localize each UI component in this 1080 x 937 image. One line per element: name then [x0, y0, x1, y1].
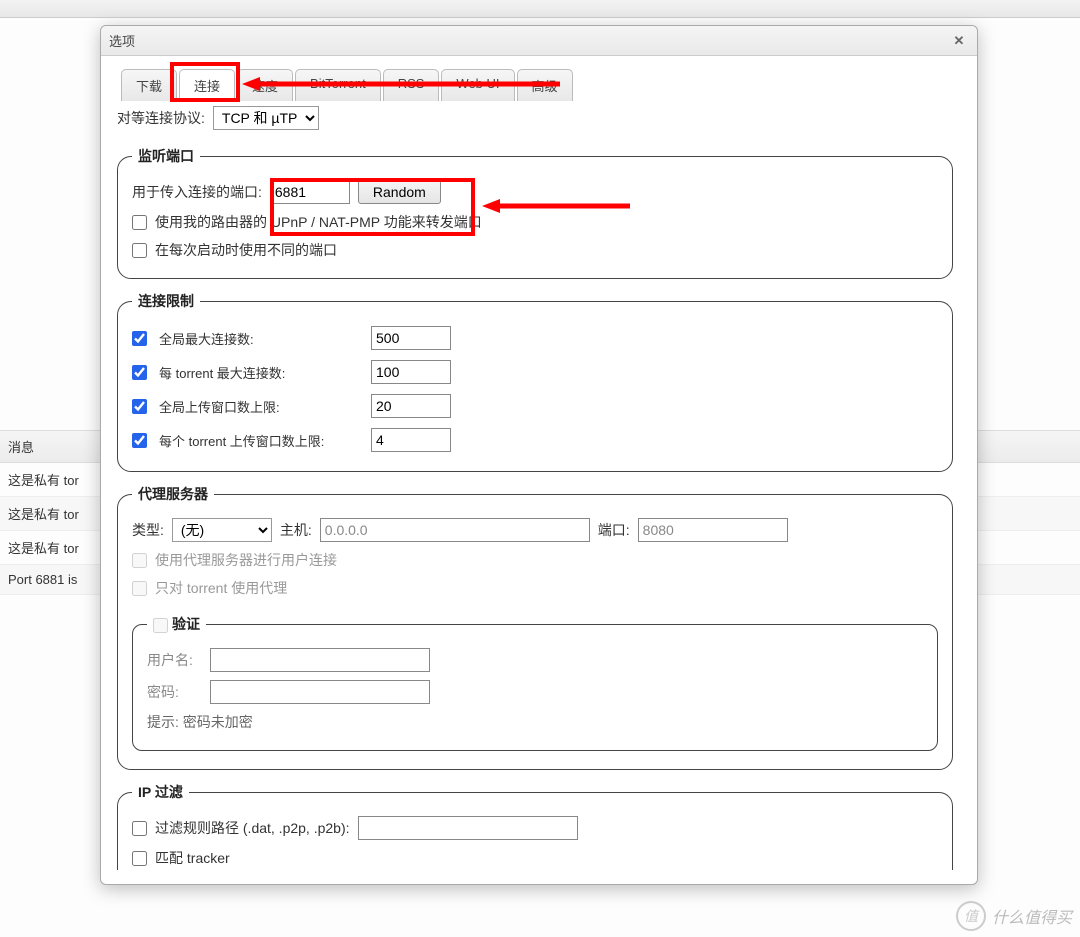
incoming-port-row: 用于传入连接的端口: Random [132, 176, 938, 208]
ipfilter-match-tracker-row: 匹配 tracker [132, 844, 938, 870]
per-torrent-max-input[interactable] [371, 360, 451, 384]
protocol-label: 对等连接协议: [117, 108, 205, 128]
proxy-only-torrent-row: 只对 torrent 使用代理 [132, 574, 938, 602]
ipfilter-legend: IP 过滤 [132, 782, 189, 802]
dialog-titlebar[interactable]: 选项 ✕ [101, 26, 977, 56]
upnp-label: 使用我的路由器的 UPnP / NAT-PMP 功能来转发端口 [155, 212, 482, 232]
watermark-text: 什么值得买 [992, 904, 1072, 928]
ipfilter-path-row: 过滤规则路径 (.dat, .p2p, .p2b): [132, 812, 938, 844]
proxy-host-label: 主机: [280, 520, 312, 540]
tab-advanced[interactable]: 高级 [517, 69, 573, 101]
proxy-pass-input[interactable] [210, 680, 430, 704]
proxy-port-label: 端口: [598, 520, 630, 540]
watermark-icon: 值 [956, 901, 986, 931]
bg-toolbar [0, 0, 1080, 18]
proxy-user-input[interactable] [210, 648, 430, 672]
per-torrent-upload-slots-row: 每个 torrent 上传窗口数上限: [132, 423, 938, 457]
tab-bar: 下载 连接 速度 BitTorrent RSS Web UI 高级 [115, 68, 963, 100]
proxy-fieldset: 代理服务器 类型: (无) 主机: 端口: 使用代理服务器进行用户连接 [117, 484, 953, 770]
ipfilter-path-input[interactable] [358, 816, 578, 840]
connection-limits-legend: 连接限制 [132, 291, 200, 311]
watermark: 值 什么值得买 [956, 901, 1072, 931]
options-dialog: 选项 ✕ 下载 连接 速度 BitTorrent RSS Web UI 高级 对… [100, 25, 978, 885]
global-max-label: 全局最大连接数: [159, 329, 359, 348]
listen-port-fieldset: 监听端口 用于传入连接的端口: Random 使用我的路由器的 UPnP / N… [117, 146, 953, 279]
global-upload-slots-row: 全局上传窗口数上限: [132, 389, 938, 423]
ipfilter-fieldset: IP 过滤 过滤规则路径 (.dat, .p2p, .p2b): 匹配 trac… [117, 782, 953, 870]
tab-bittorrent[interactable]: BitTorrent [295, 69, 381, 101]
proxy-auth-legend: 验证 [147, 614, 206, 634]
per-torrent-max-row: 每 torrent 最大连接数: [132, 355, 938, 389]
incoming-port-label: 用于传入连接的端口: [132, 182, 262, 202]
per-torrent-max-checkbox[interactable] [132, 365, 147, 380]
proxy-peer-label: 使用代理服务器进行用户连接 [155, 550, 337, 570]
per-torrent-upload-slots-label: 每个 torrent 上传窗口数上限: [159, 431, 359, 450]
proxy-user-row: 用户名: [147, 644, 923, 676]
listen-port-legend: 监听端口 [132, 146, 200, 166]
proxy-auth-fieldset: 验证 用户名: 密码: 提示: 密码未加密 [132, 614, 938, 751]
proxy-port-input[interactable] [638, 518, 788, 542]
proxy-pass-label: 密码: [147, 682, 202, 702]
tab-download[interactable]: 下载 [121, 69, 177, 101]
tab-webui[interactable]: Web UI [441, 69, 514, 101]
random-each-start-label: 在每次启动时使用不同的端口 [155, 240, 337, 260]
ipfilter-enable-checkbox[interactable] [132, 821, 147, 836]
proxy-type-select[interactable]: (无) [172, 518, 272, 542]
protocol-select[interactable]: TCP 和 µTP [213, 106, 319, 130]
close-icon[interactable]: ✕ [949, 31, 969, 51]
dialog-body: 下载 连接 速度 BitTorrent RSS Web UI 高级 对等连接协议… [101, 56, 977, 884]
tab-connection[interactable]: 连接 [179, 69, 235, 101]
ipfilter-match-tracker-checkbox[interactable] [132, 851, 147, 866]
random-each-start-row: 在每次启动时使用不同的端口 [132, 236, 938, 264]
proxy-host-input[interactable] [320, 518, 590, 542]
proxy-peer-checkbox[interactable] [132, 553, 147, 568]
tab-speed[interactable]: 速度 [237, 69, 293, 101]
per-torrent-upload-slots-input[interactable] [371, 428, 451, 452]
connection-limits-fieldset: 连接限制 全局最大连接数: 每 torrent 最大连接数: 全局上传窗口数上限… [117, 291, 953, 472]
ipfilter-path-label: 过滤规则路径 (.dat, .p2p, .p2b): [155, 818, 350, 838]
random-each-start-checkbox[interactable] [132, 243, 147, 258]
proxy-peer-row: 使用代理服务器进行用户连接 [132, 546, 938, 574]
ipfilter-match-tracker-label: 匹配 tracker [155, 848, 230, 868]
global-upload-slots-input[interactable] [371, 394, 451, 418]
proxy-user-label: 用户名: [147, 650, 202, 670]
proxy-hint: 提示: 密码未加密 [147, 712, 253, 732]
global-max-row: 全局最大连接数: [132, 321, 938, 355]
proxy-config-row: 类型: (无) 主机: 端口: [132, 514, 938, 546]
per-torrent-max-label: 每 torrent 最大连接数: [159, 363, 359, 382]
dialog-title: 选项 [109, 31, 949, 50]
upnp-row: 使用我的路由器的 UPnP / NAT-PMP 功能来转发端口 [132, 208, 938, 236]
proxy-type-label: 类型: [132, 520, 164, 540]
global-upload-slots-checkbox[interactable] [132, 399, 147, 414]
upnp-checkbox[interactable] [132, 215, 147, 230]
proxy-auth-checkbox[interactable] [153, 618, 168, 633]
global-max-input[interactable] [371, 326, 451, 350]
global-upload-slots-label: 全局上传窗口数上限: [159, 397, 359, 416]
tab-content-scroll[interactable]: 对等连接协议: TCP 和 µTP 监听端口 用于传入连接的端口: Random… [115, 100, 963, 870]
random-port-button[interactable]: Random [358, 180, 441, 204]
incoming-port-input[interactable] [270, 180, 350, 204]
proxy-pass-row: 密码: [147, 676, 923, 708]
proxy-only-torrent-label: 只对 torrent 使用代理 [155, 578, 287, 598]
global-max-checkbox[interactable] [132, 331, 147, 346]
proxy-only-torrent-checkbox[interactable] [132, 581, 147, 596]
per-torrent-upload-slots-checkbox[interactable] [132, 433, 147, 448]
proxy-hint-row: 提示: 密码未加密 [147, 708, 923, 736]
protocol-row: 对等连接协议: TCP 和 µTP [117, 102, 953, 134]
proxy-legend: 代理服务器 [132, 484, 214, 504]
tab-rss[interactable]: RSS [383, 69, 440, 101]
